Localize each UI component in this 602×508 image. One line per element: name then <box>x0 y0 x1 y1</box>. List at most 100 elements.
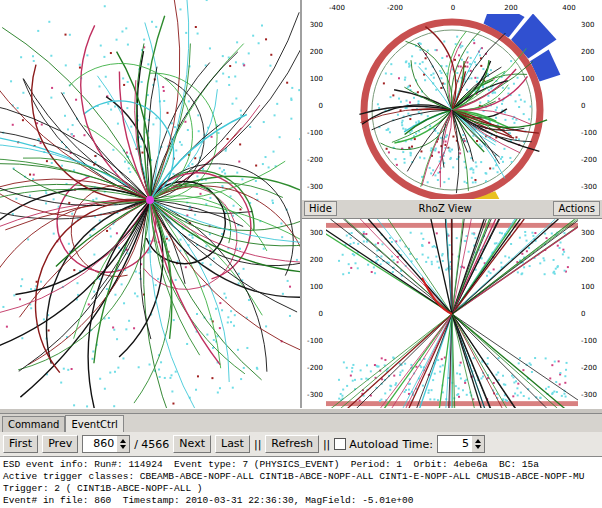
cluster-dot <box>406 107 408 109</box>
toolbar-button[interactable]: Refresh <box>265 435 319 453</box>
cluster-dot <box>227 316 229 318</box>
cluster-dot <box>213 258 215 260</box>
cluster-dot <box>189 207 191 209</box>
cluster-dot <box>458 387 460 389</box>
toolbar-button[interactable]: First <box>3 435 38 453</box>
cluster-dot <box>476 140 478 142</box>
spinner-value[interactable]: 860 <box>83 436 117 452</box>
rhoz-canvas[interactable]: 3002001000-100-200-3003002001000-100-200… <box>302 219 602 408</box>
cluster-dot <box>166 238 168 240</box>
cluster-dot <box>466 89 468 91</box>
number-spinner[interactable]: 860 <box>82 435 130 453</box>
cluster-dot <box>518 94 520 96</box>
track <box>403 314 453 408</box>
cluster-dot <box>202 262 204 264</box>
toolbar-button[interactable]: Last <box>215 435 250 453</box>
cluster-dot <box>71 133 73 135</box>
cluster-dot <box>53 233 55 235</box>
cluster-dot <box>420 150 422 152</box>
cluster-dot <box>123 84 125 86</box>
cluster-dot <box>563 251 565 253</box>
rhoz-view[interactable]: 3002001000-100-200-3003002001000-100-200… <box>302 219 602 408</box>
cluster-dot <box>460 377 462 379</box>
cluster-dot <box>113 329 115 331</box>
cluster-dot <box>243 367 245 369</box>
toolbar-button[interactable]: Prev <box>42 435 78 453</box>
cluster-dot <box>219 167 221 169</box>
rphi-canvas[interactable]: -400-20002004003002001000-100-200-300300… <box>302 0 602 199</box>
cluster-dot <box>430 74 432 76</box>
number-spinner[interactable]: 5 <box>437 435 485 453</box>
cluster-dot <box>22 92 24 94</box>
cluster-dot <box>433 398 435 400</box>
y-tick: -200 <box>307 364 323 372</box>
cluster-dot <box>73 404 75 406</box>
cluster-dot <box>474 61 476 63</box>
cluster-dot <box>472 169 474 171</box>
up-arrow-icon[interactable] <box>475 439 481 443</box>
cluster-dot <box>107 103 109 105</box>
cluster-dot <box>512 395 514 397</box>
cluster-dot <box>474 181 476 183</box>
tab[interactable]: Command <box>2 416 65 432</box>
cluster-dot <box>439 70 441 72</box>
track <box>330 314 452 408</box>
cluster-dot <box>515 100 517 102</box>
track <box>452 219 496 314</box>
track <box>150 200 300 354</box>
track <box>149 200 215 408</box>
spinner-value[interactable]: 5 <box>438 436 472 452</box>
track <box>452 110 547 127</box>
cluster-dot <box>33 60 35 62</box>
cluster-dot <box>399 374 401 376</box>
hide-button[interactable]: Hide <box>304 201 337 216</box>
autoload-checkbox[interactable]: Autoload <box>334 438 398 451</box>
cluster-dot <box>105 76 107 78</box>
cluster-dot <box>125 27 127 29</box>
track <box>0 98 150 200</box>
cluster-dot <box>476 81 478 83</box>
y-tick: -100 <box>581 337 597 345</box>
3d-view-canvas[interactable] <box>0 0 300 408</box>
track <box>356 314 452 408</box>
cluster-dot <box>518 362 520 364</box>
cluster-dot <box>140 146 142 148</box>
cluster-dot <box>566 362 568 364</box>
cluster-dot <box>366 241 368 243</box>
cluster-dot <box>241 178 243 180</box>
cluster-dot <box>197 375 199 377</box>
cluster-dot <box>463 138 465 140</box>
rphi-view[interactable]: -400-20002004003002001000-100-200-300300… <box>302 0 602 199</box>
down-arrow-icon[interactable] <box>475 445 481 449</box>
toolbar-button[interactable]: Next <box>173 435 211 453</box>
tab[interactable]: EventCtrl <box>65 415 123 432</box>
cluster-dot <box>377 103 379 105</box>
cluster-dot <box>432 246 434 248</box>
checkbox-box[interactable] <box>334 438 346 450</box>
cluster-dot <box>408 389 410 391</box>
3d-view[interactable] <box>0 0 300 408</box>
cluster-dot <box>351 370 353 372</box>
track <box>452 314 565 408</box>
horizontal-splitter[interactable] <box>0 408 602 414</box>
actions-button[interactable]: Actions <box>553 201 600 216</box>
cluster-dot <box>187 129 189 131</box>
cluster-dot <box>279 136 281 138</box>
cluster-dot <box>217 391 219 393</box>
cluster-dot <box>482 68 484 70</box>
rhoz-title: RhoZ View <box>337 203 554 214</box>
up-arrow-icon[interactable] <box>120 439 126 443</box>
cluster-dot <box>393 375 395 377</box>
cluster-dot <box>404 79 406 81</box>
cluster-dot <box>463 267 465 269</box>
cluster-dot <box>523 266 525 268</box>
y-tick: -300 <box>581 391 597 399</box>
cluster-dot <box>68 243 70 245</box>
cluster-dot <box>414 138 416 140</box>
y-tick: 100 <box>310 283 323 291</box>
down-arrow-icon[interactable] <box>120 445 126 449</box>
cluster-dot <box>429 125 431 127</box>
cluster-dot <box>209 197 211 199</box>
cluster-dot <box>565 395 567 397</box>
cluster-dot <box>440 77 442 79</box>
